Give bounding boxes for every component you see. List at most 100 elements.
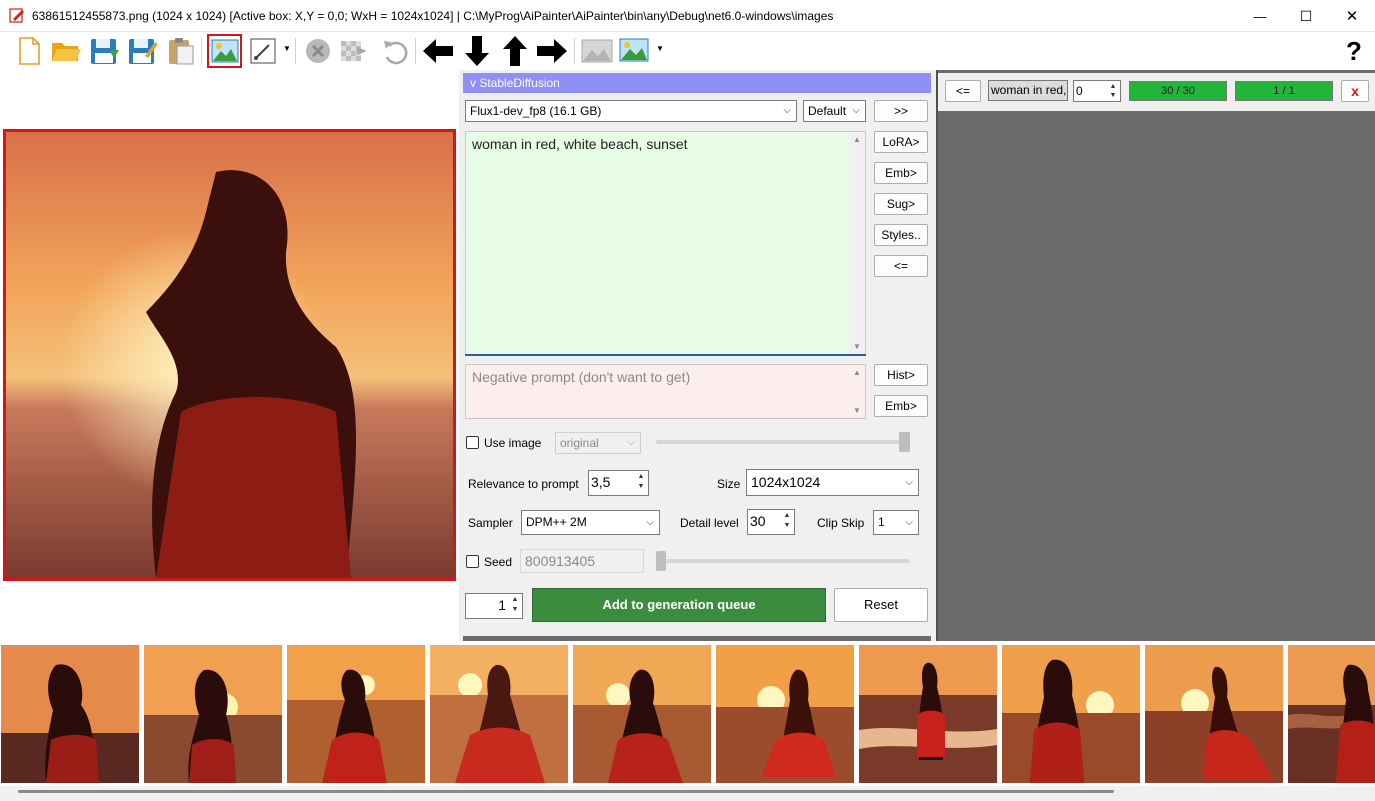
- relevance-input[interactable]: 3,5 ▲ ▼: [588, 470, 649, 496]
- thumbnail[interactable]: [1145, 645, 1283, 783]
- suggestion-button[interactable]: Sug>: [874, 193, 928, 215]
- image-view-button[interactable]: [207, 34, 242, 68]
- size-select[interactable]: 1024x1024 ⌵: [746, 469, 919, 496]
- close-window-button[interactable]: ✕: [1329, 0, 1375, 32]
- scroll-down-icon: ▼: [853, 406, 861, 415]
- prompt-scrollbar[interactable]: ▲ ▼: [849, 132, 865, 354]
- save-icon: [91, 39, 119, 64]
- relevance-spin-buttons[interactable]: ▲ ▼: [635, 472, 647, 494]
- detail-level-input[interactable]: 30 ▲ ▼: [747, 509, 795, 535]
- clip-skip-label: Clip Skip: [817, 516, 865, 530]
- brush-dropdown-icon[interactable]: ▼: [283, 44, 291, 53]
- size-select-value: 1024x1024: [751, 474, 821, 490]
- save-as-button[interactable]: [126, 34, 160, 68]
- apply-transparent-icon: [341, 41, 367, 61]
- detail-level-value: 30: [750, 513, 766, 529]
- sampler-select[interactable]: DPM++ 2M ⌵: [521, 510, 660, 535]
- negative-embedding-button[interactable]: Emb>: [874, 395, 928, 417]
- detail-level-spin-buttons[interactable]: ▲ ▼: [781, 511, 793, 533]
- move-right-button[interactable]: [535, 34, 569, 68]
- thumbnail[interactable]: [1002, 645, 1140, 783]
- paste-button[interactable]: [164, 34, 198, 68]
- queue-counter-spin-buttons[interactable]: ▲ ▼: [1107, 82, 1119, 100]
- cancel-button[interactable]: [301, 34, 335, 68]
- open-folder-icon: [52, 43, 81, 61]
- seed-checkbox[interactable]: [466, 555, 479, 568]
- thumbnail[interactable]: [287, 645, 425, 783]
- thumbnail[interactable]: [1288, 645, 1375, 783]
- scroll-up-icon: ▲: [853, 368, 861, 377]
- thumbnail[interactable]: [573, 645, 711, 783]
- detail-level-label: Detail level: [680, 516, 739, 530]
- seed-slider-thumb[interactable]: [656, 551, 666, 571]
- prompt-back-button[interactable]: <=: [874, 255, 928, 277]
- negative-prompt-input[interactable]: Negative prompt (don't want to get): [465, 364, 866, 419]
- new-file-button[interactable]: [12, 34, 46, 68]
- queue-prompt-preview: woman in red,: [988, 80, 1068, 101]
- history-button[interactable]: Hist>: [874, 364, 928, 386]
- prompt-focus-underline: [465, 354, 866, 356]
- active-image[interactable]: [3, 129, 456, 581]
- thumbnail-image: [144, 645, 282, 783]
- batch-count-spin-buttons[interactable]: ▲ ▼: [509, 595, 521, 617]
- queue-counter-input[interactable]: 0 ▲ ▼: [1073, 80, 1121, 102]
- remove-queue-item-button[interactable]: x: [1341, 80, 1369, 102]
- steps-progress: 30 / 30: [1129, 81, 1227, 101]
- save-button[interactable]: [88, 34, 122, 68]
- gray-image-button[interactable]: [580, 34, 614, 68]
- expand-button[interactable]: >>: [874, 100, 928, 122]
- thumbnail-scrollbar[interactable]: [18, 790, 1114, 793]
- move-up-button[interactable]: [498, 34, 532, 68]
- thumbnail[interactable]: [430, 645, 568, 783]
- thumbnail[interactable]: [716, 645, 854, 783]
- negative-scrollbar[interactable]: ▲ ▼: [849, 365, 865, 418]
- prompt-input[interactable]: woman in red, white beach, sunset: [465, 131, 866, 355]
- image-strength-slider[interactable]: [656, 440, 910, 444]
- batch-count-input[interactable]: 1 ▲ ▼: [465, 593, 523, 619]
- help-button[interactable]: ?: [1346, 36, 1362, 67]
- image-generate-icon: [619, 38, 649, 62]
- queue-counter-value: 0: [1076, 84, 1083, 98]
- chevron-down-icon: ⌵: [783, 105, 791, 116]
- lora-button[interactable]: LoRA>: [874, 131, 928, 153]
- image-strength-slider-thumb[interactable]: [899, 432, 910, 452]
- seed-input[interactable]: 800913405: [520, 549, 644, 573]
- open-folder-button[interactable]: [49, 34, 83, 68]
- add-to-queue-button[interactable]: Add to generation queue: [532, 588, 826, 622]
- maximize-button[interactable]: ☐: [1283, 0, 1329, 32]
- undo-button[interactable]: [378, 34, 412, 68]
- toolbar-separator: [201, 38, 202, 64]
- model-select[interactable]: Flux1-dev_fp8 (16.1 GB) ⌵: [465, 100, 797, 122]
- toolbar-separator: [415, 38, 416, 64]
- arrow-up-icon: [503, 36, 527, 66]
- close-icon: ✕: [1345, 8, 1359, 25]
- generate-dropdown-icon[interactable]: ▼: [656, 44, 664, 53]
- clip-skip-select[interactable]: 1 ⌵: [873, 510, 919, 535]
- use-image-mode-select[interactable]: original ⌵: [555, 432, 641, 454]
- thumbnail-image: [859, 645, 997, 783]
- use-image-label: Use image: [484, 436, 542, 450]
- stable-diffusion-header[interactable]: v StableDiffusion: [463, 73, 931, 93]
- relevance-label: Relevance to prompt: [468, 477, 579, 491]
- brush-button[interactable]: [246, 34, 280, 68]
- minimize-button[interactable]: —: [1237, 0, 1283, 32]
- seed-slider[interactable]: [656, 559, 910, 563]
- app-icon: [9, 8, 24, 23]
- seed-label: Seed: [484, 555, 513, 569]
- apply-transparent-button[interactable]: [338, 34, 372, 68]
- move-down-button[interactable]: [460, 34, 494, 68]
- reset-button[interactable]: Reset: [834, 588, 928, 622]
- use-image-checkbox[interactable]: [466, 436, 479, 449]
- thumbnail[interactable]: [144, 645, 282, 783]
- thumbnail[interactable]: [1, 645, 139, 783]
- embedding-button[interactable]: Emb>: [874, 162, 928, 184]
- vae-select[interactable]: Default ⌵: [803, 100, 866, 122]
- styles-button[interactable]: Styles..: [874, 224, 928, 246]
- thumbnail[interactable]: [859, 645, 997, 783]
- undo-icon: [384, 41, 408, 65]
- model-select-value: Flux1-dev_fp8 (16.1 GB): [470, 104, 602, 118]
- move-left-button[interactable]: [421, 34, 455, 68]
- toolbar-separator: [574, 38, 575, 64]
- image-generate-button[interactable]: [618, 34, 652, 68]
- queue-back-button[interactable]: <=: [945, 80, 981, 102]
